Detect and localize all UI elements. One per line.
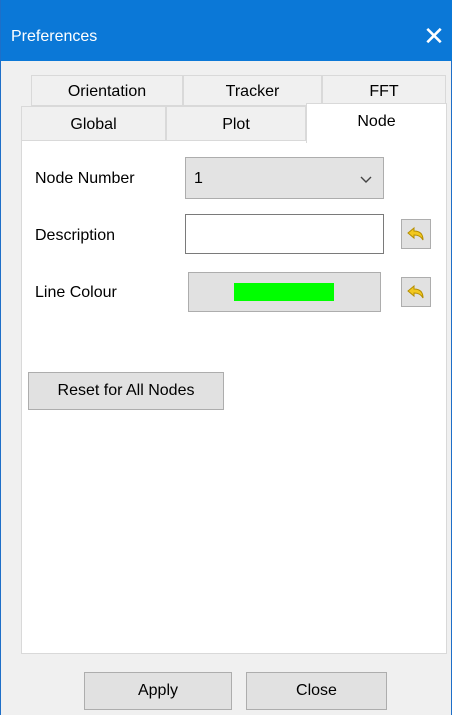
line-colour-swatch [234, 283, 334, 301]
apply-label: Apply [137, 682, 179, 699]
reset-all-nodes-label: Reset for All Nodes [57, 382, 195, 399]
tab-node[interactable]: Node [306, 103, 447, 143]
title-bar: Preferences ✕ [1, 0, 452, 61]
description-label: Description [35, 227, 116, 244]
window-title: Preferences [11, 28, 98, 45]
tab-plot[interactable]: Plot [166, 106, 306, 141]
description-field[interactable] [185, 214, 384, 254]
close-label: Close [296, 682, 337, 699]
chevron-down-icon [359, 172, 373, 190]
line-colour-label: Line Colour [35, 284, 117, 301]
reset-all-nodes-button[interactable]: Reset for All Nodes [28, 372, 224, 410]
tab-label: Orientation [67, 83, 147, 100]
tab-orientation[interactable]: Orientation [31, 75, 183, 106]
description-undo-button[interactable] [401, 219, 431, 249]
close-window-button[interactable]: ✕ [416, 16, 452, 56]
tab-label: Plot [222, 116, 250, 133]
node-number-value: 1 [194, 170, 203, 187]
tab-tracker[interactable]: Tracker [183, 75, 322, 106]
tab-fft[interactable]: FFT [322, 75, 446, 106]
tab-label: Global [70, 116, 117, 133]
preferences-window: Preferences ✕ Orientation Tracker FFT Gl… [0, 0, 452, 715]
line-colour-undo-button[interactable] [401, 277, 431, 307]
tab-global[interactable]: Global [21, 106, 166, 141]
node-number-label: Node Number [35, 170, 135, 187]
tab-label: Tracker [225, 83, 280, 100]
node-number-select[interactable]: 1 [185, 157, 384, 199]
tab-label: Node [357, 113, 396, 130]
line-colour-button[interactable] [188, 272, 381, 312]
apply-button[interactable]: Apply [84, 672, 232, 710]
tab-label: FFT [369, 83, 399, 100]
close-button[interactable]: Close [246, 672, 387, 710]
